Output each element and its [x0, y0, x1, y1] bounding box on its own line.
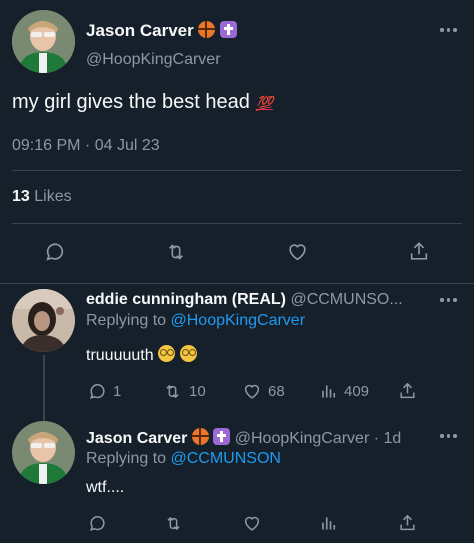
avatar[interactable]	[12, 421, 75, 484]
reply-text: truuuuuth	[86, 347, 154, 364]
author-handle[interactable]: @HoopKingCarver	[86, 51, 221, 69]
hundred-emoji-icon: 💯	[255, 95, 273, 111]
tweet-text: my girl gives the best head	[12, 91, 250, 113]
thread-line	[43, 355, 45, 425]
like-icon[interactable]	[242, 514, 262, 533]
views-icon	[320, 382, 338, 401]
tweet-text-row: my girl gives the best head 💯	[12, 91, 273, 114]
tweet-timestamp[interactable]: 09:16 PM · 04 Jul 23	[12, 137, 160, 155]
reply-action[interactable]: 1	[88, 382, 121, 401]
retweet-icon[interactable]	[163, 514, 184, 533]
like-count: 68	[268, 383, 285, 400]
likes-label: Likes	[34, 188, 72, 205]
reply-time[interactable]: · 1d	[374, 430, 402, 447]
avatar[interactable]	[12, 289, 75, 352]
reply-author-handle[interactable]: @CCMUNSO...	[290, 291, 402, 308]
views-count: 409	[344, 383, 370, 400]
author-name[interactable]: Jason Carver	[86, 21, 194, 40]
retweet-icon[interactable]	[164, 241, 188, 263]
sunglasses-emoji-icon	[158, 345, 176, 362]
replying-to-handle[interactable]: @HoopKingCarver	[171, 312, 306, 329]
retweet-icon	[162, 382, 183, 401]
more-options-icon[interactable]	[440, 434, 457, 438]
more-options-icon[interactable]	[440, 298, 457, 302]
reply-author-handle[interactable]: @HoopKingCarver	[235, 430, 370, 447]
views-action[interactable]: 409	[320, 382, 369, 401]
reply-author-row: eddie cunningham (REAL) @CCMUNSO...	[86, 291, 403, 309]
retweet-count: 10	[189, 383, 206, 400]
reply-text: wtf....	[86, 479, 125, 496]
avatar-image	[12, 10, 75, 73]
like-action[interactable]: 68	[242, 382, 285, 401]
author-name-row: Jason Carver	[86, 21, 238, 41]
reply-icon	[88, 382, 107, 401]
retweet-action[interactable]: 10	[162, 382, 206, 401]
avatar-image	[12, 289, 75, 352]
reply-count: 1	[113, 383, 122, 400]
reply-author-name[interactable]: eddie cunningham (REAL)	[86, 291, 286, 308]
avatar-image	[12, 421, 75, 484]
like-icon	[242, 382, 262, 401]
more-options-icon[interactable]	[440, 28, 457, 32]
cross-emoji-icon	[213, 428, 231, 445]
share-icon[interactable]	[408, 240, 430, 263]
basketball-emoji-icon	[198, 21, 216, 38]
views-icon[interactable]	[320, 514, 338, 533]
cross-emoji-icon	[220, 21, 238, 38]
sunglasses-emoji-icon	[179, 345, 197, 362]
like-icon[interactable]	[286, 241, 309, 263]
replying-to-label: Replying to	[86, 312, 167, 329]
share-icon[interactable]	[398, 513, 417, 533]
divider	[0, 283, 474, 284]
replying-to-row: Replying to @CCMUNSON	[86, 450, 281, 468]
basketball-emoji-icon	[191, 428, 209, 445]
divider	[12, 223, 462, 224]
replying-to-row: Replying to @HoopKingCarver	[86, 312, 305, 330]
reply-author-row: Jason Carver @HoopKingCarver · 1d	[86, 428, 401, 448]
likes-row[interactable]: 13 Likes	[12, 188, 72, 206]
likes-count: 13	[12, 188, 30, 205]
avatar[interactable]	[12, 10, 75, 73]
reply-icon[interactable]	[44, 241, 66, 263]
divider	[12, 170, 462, 171]
reply-author-name[interactable]: Jason Carver	[86, 430, 187, 447]
reply-icon[interactable]	[88, 514, 107, 533]
replying-to-handle[interactable]: @CCMUNSON	[171, 450, 281, 467]
share-icon[interactable]	[398, 381, 417, 401]
reply-text-row: truuuuuth	[86, 345, 197, 365]
replying-to-label: Replying to	[86, 450, 167, 467]
